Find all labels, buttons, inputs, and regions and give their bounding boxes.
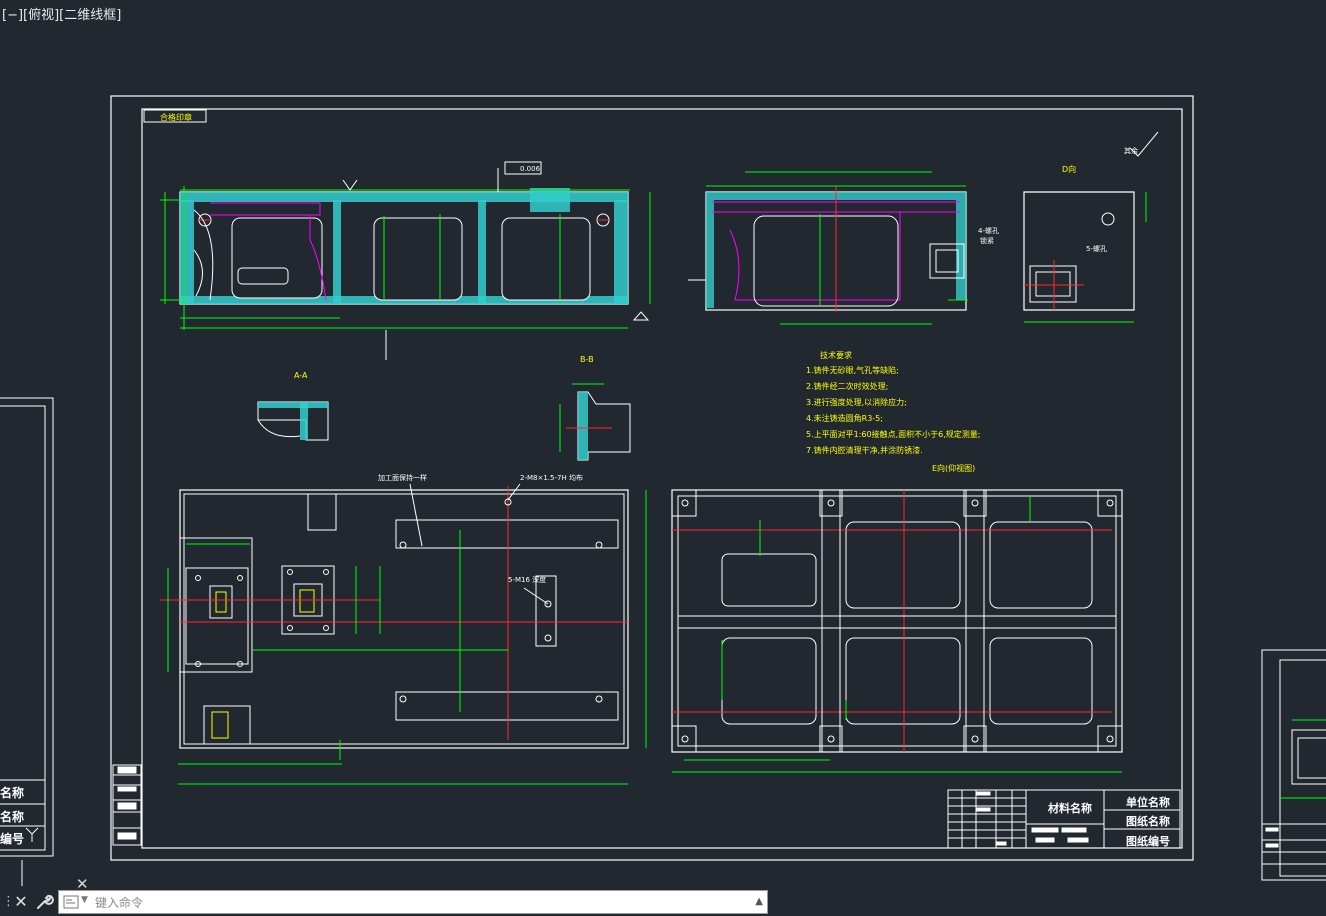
arrow-up-icon[interactable]: ▲ xyxy=(755,896,763,907)
chevron-down-icon[interactable]: ▼ xyxy=(81,895,88,905)
command-icon[interactable] xyxy=(63,895,79,909)
note-a: 加工面保持一样 xyxy=(378,473,427,482)
front-view: 0.006 xyxy=(160,161,651,360)
tech-note-3: 3.进行强度处理,以消除应力; xyxy=(806,397,907,407)
roughness-label: 其余 xyxy=(1124,146,1138,155)
bottom-view xyxy=(671,489,1123,773)
grip-icon[interactable]: ⋮ xyxy=(2,894,15,910)
d-view-label: D向 xyxy=(1062,164,1076,174)
bottom-view-label: E向(仰视图) xyxy=(932,463,975,473)
plan-view xyxy=(160,483,647,785)
tech-note-2: 2.铸件经二次时效处理; xyxy=(806,381,888,391)
command-input-wrap: ▼ ▲ xyxy=(58,890,768,914)
cad-drawing-canvas[interactable]: 合格印章 0.006 4-螺孔 锁紧 D向 其余 5-螺孔 A-A B-B 技术… xyxy=(0,0,1326,916)
label-4holes: 4-螺孔 xyxy=(978,226,999,235)
title-drawing-number: 图纸编号 xyxy=(1126,835,1170,848)
tech-note-5: 5.上平面对平1:60接触点,面积不小于6,规定测量; xyxy=(806,429,980,439)
label-side-text: 锁紧 xyxy=(980,236,994,245)
wrench-icon[interactable] xyxy=(34,892,54,912)
side-view xyxy=(688,171,968,325)
right-partial-sheet xyxy=(1261,649,1326,881)
flatness-value: 0.006 xyxy=(520,165,541,173)
note-c: 5-M16 深度 xyxy=(508,575,546,584)
sheet-outer-border xyxy=(110,95,1194,861)
command-input[interactable] xyxy=(93,892,737,914)
top-tag-text: 合格印章 xyxy=(160,112,192,122)
d-view: D向 其余 xyxy=(1023,131,1159,323)
filing-strip xyxy=(112,764,142,846)
section-a-a: A-A xyxy=(257,371,329,441)
left-sheet-row1: 名称 xyxy=(0,786,25,800)
section-a-label: A-A xyxy=(294,371,308,380)
label-5holes: 5-螺孔 xyxy=(1086,244,1107,253)
section-b-b: B-B xyxy=(559,355,631,461)
tech-note-1: 1.铸件无砂眼,气孔等缺陷; xyxy=(806,365,899,375)
command-line-bar: ⋮ ✕ ▼ ▲ xyxy=(0,888,770,916)
left-sheet-row2: 名称 xyxy=(0,810,25,824)
title-drawing-name: 图纸名称 xyxy=(1126,815,1170,828)
close-icon[interactable]: ✕ xyxy=(12,892,30,912)
title-material: 材料名称 xyxy=(1048,802,1092,815)
note-b: 2-M8×1.5-7H 均布 xyxy=(520,473,583,482)
tech-note-4: 4.未注铸造圆角R3-5; xyxy=(806,413,883,423)
title-unit: 单位名称 xyxy=(1126,796,1170,809)
left-sheet-row3: 编号 xyxy=(0,832,25,846)
tech-title: 技术要求 xyxy=(820,350,852,360)
tech-note-6: 7.铸件内腔清理干净,并涂防锈漆. xyxy=(806,445,923,455)
section-b-label: B-B xyxy=(580,355,594,364)
